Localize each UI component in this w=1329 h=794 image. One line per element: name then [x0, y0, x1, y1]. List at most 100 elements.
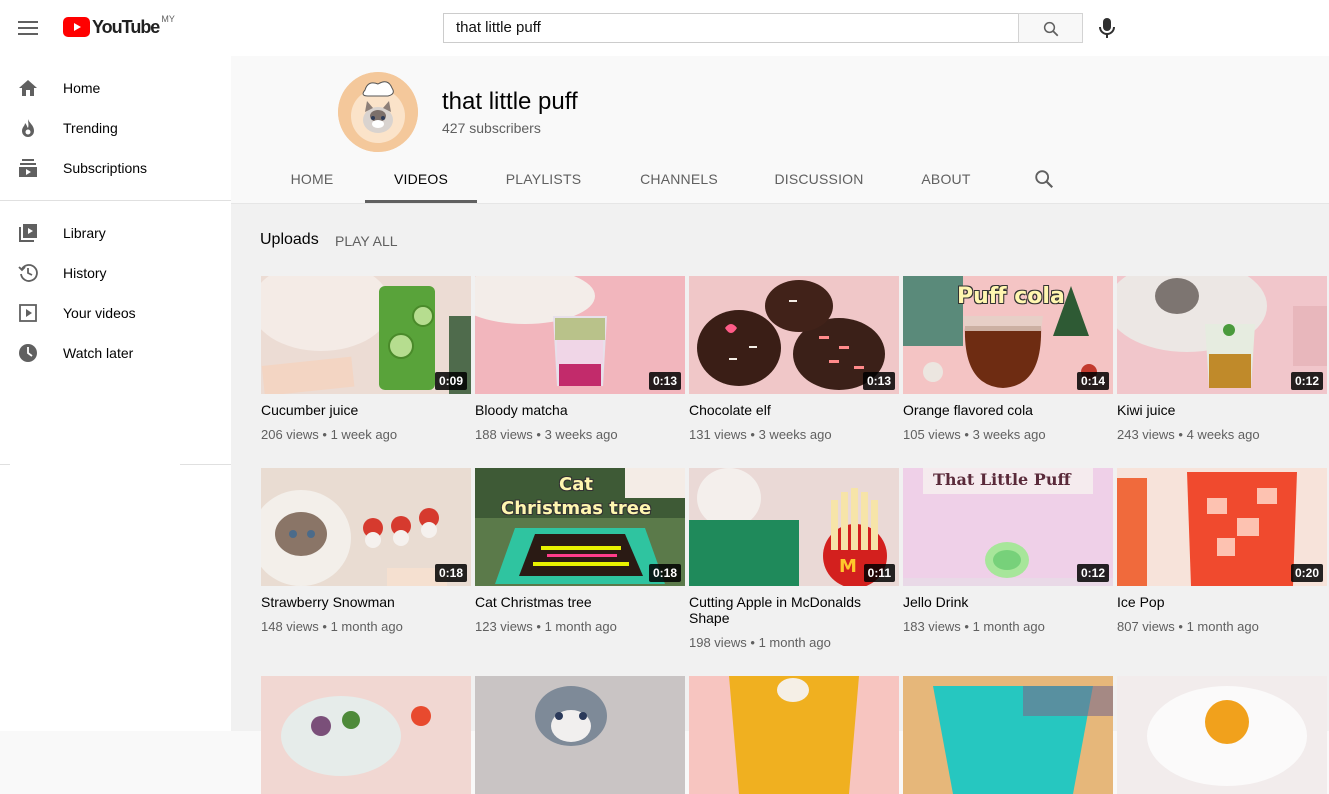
video-meta: 148 views • 1 month ago [261, 619, 403, 634]
video-thumbnail[interactable] [903, 676, 1113, 794]
search-icon [1035, 170, 1054, 189]
video-title[interactable]: Cucumber juice [261, 402, 471, 418]
channel-avatar[interactable] [338, 72, 418, 152]
uploads-title: Uploads [260, 231, 319, 248]
sidebar-divider [0, 464, 10, 465]
video-thumbnail[interactable]: 0:18 [261, 468, 471, 586]
sidebar: Home Trending Subscriptions Library Hist… [0, 56, 231, 731]
video-title[interactable]: Kiwi juice [1117, 402, 1327, 418]
video-thumbnail[interactable]: M 0:11 [689, 468, 899, 586]
video-meta: 243 views • 4 weeks ago [1117, 427, 1260, 442]
sidebar-item-subscriptions[interactable]: Subscriptions [0, 148, 231, 188]
trending-icon [16, 116, 40, 140]
video-thumbnail[interactable] [261, 676, 471, 794]
video-card[interactable]: 0:12 Kiwi juice 243 views • 4 weeks ago [1117, 276, 1327, 442]
video-thumbnail[interactable]: Puff cola 0:14 [903, 276, 1113, 394]
video-thumbnail[interactable]: 0:12 [1117, 276, 1327, 394]
channel-search-button[interactable] [1033, 168, 1057, 192]
video-title[interactable]: Chocolate elf [689, 402, 899, 418]
video-title[interactable]: Strawberry Snowman [261, 594, 471, 610]
menu-button[interactable] [16, 16, 40, 40]
video-duration: 0:18 [434, 564, 467, 582]
video-duration: 0:12 [1076, 564, 1109, 582]
video-meta: 188 views • 3 weeks ago [475, 427, 618, 442]
sidebar-item-watch-later[interactable]: Watch later [0, 333, 231, 373]
sidebar-item-history[interactable]: History [0, 253, 231, 293]
sidebar-item-label: Subscriptions [63, 160, 148, 176]
view-count: 243 views [1117, 427, 1175, 442]
video-card[interactable]: M 0:11 Cutting Apple in McDonalds Shape … [689, 468, 899, 650]
video-thumbnail[interactable]: 0:20 [1117, 468, 1327, 586]
sidebar-item-label: Home [63, 80, 101, 96]
video-thumbnail[interactable]: 0:13 [475, 276, 685, 394]
video-card[interactable] [689, 676, 899, 794]
video-card[interactable]: 0:13 Chocolate elf 131 views • 3 weeks a… [689, 276, 899, 442]
upload-age: 1 month ago [972, 619, 1045, 634]
upload-age: 3 weeks ago [544, 427, 618, 442]
voice-search-button[interactable] [1096, 16, 1118, 40]
sidebar-item-home[interactable]: Home [0, 68, 231, 108]
view-count: 131 views [689, 427, 747, 442]
video-card[interactable] [903, 676, 1113, 794]
video-title[interactable]: Cutting Apple in McDonalds Shape [689, 594, 899, 626]
video-thumbnail[interactable]: Cat Christmas tree 0:18 [475, 468, 685, 586]
thumbnail-caption: Puff cola [957, 284, 1065, 309]
video-duration: 0:09 [434, 372, 467, 390]
video-card[interactable] [261, 676, 471, 794]
thumbnail-caption: That Little Puff [933, 470, 1071, 489]
tab-about[interactable]: ABOUT [911, 156, 981, 203]
video-card[interactable]: Puff cola 0:14 Orange flavored cola 105 … [903, 276, 1113, 442]
video-thumbnail[interactable]: That Little Puff 0:12 [903, 468, 1113, 586]
video-duration: 0:13 [648, 372, 681, 390]
blue-jelly-toast-thumbnail-image [903, 676, 1113, 794]
video-title[interactable]: Orange flavored cola [903, 402, 1113, 418]
video-duration: 0:13 [862, 372, 895, 390]
video-thumbnail[interactable] [1117, 676, 1327, 794]
video-card[interactable]: 0:09 Cucumber juice 206 views • 1 week a… [261, 276, 471, 442]
video-title[interactable]: Cat Christmas tree [475, 594, 685, 610]
salad-thumbnail-image [261, 676, 471, 794]
video-meta: 198 views • 1 month ago [689, 635, 831, 650]
video-card[interactable] [475, 676, 685, 794]
video-thumbnail[interactable]: 0:13 [689, 276, 899, 394]
tab-playlists[interactable]: PLAYLISTS [496, 156, 591, 203]
sidebar-item-label: Your videos [63, 305, 136, 321]
tab-discussion[interactable]: DISCUSSION [767, 156, 871, 203]
search-button[interactable] [1018, 13, 1083, 43]
video-duration: 0:14 [1076, 372, 1109, 390]
video-title[interactable]: Bloody matcha [475, 402, 685, 418]
library-icon [16, 221, 40, 245]
svg-text:M: M [839, 556, 857, 577]
video-thumbnail[interactable] [689, 676, 899, 794]
logo-text: YouTube [92, 17, 160, 37]
video-card[interactable]: 0:13 Bloody matcha 188 views • 3 weeks a… [475, 276, 685, 442]
sidebar-item-trending[interactable]: Trending [0, 108, 231, 148]
play-all-button[interactable]: PLAY ALL [335, 233, 398, 249]
channel-name: that little puff [442, 88, 578, 115]
sidebar-item-library[interactable]: Library [0, 213, 231, 253]
youtube-logo[interactable]: YouTube MY [63, 14, 175, 39]
subscriptions-icon [16, 156, 40, 180]
tab-channels[interactable]: CHANNELS [631, 156, 727, 203]
video-thumbnail[interactable] [475, 676, 685, 794]
sidebar-item-your-videos[interactable]: Your videos [0, 293, 231, 333]
video-card[interactable]: 0:20 Ice Pop 807 views • 1 month ago [1117, 468, 1327, 634]
video-card[interactable] [1117, 676, 1327, 794]
upload-age: 3 weeks ago [758, 427, 832, 442]
video-title[interactable]: Ice Pop [1117, 594, 1327, 610]
videos-grid-section: Uploads PLAY ALL 0:09 Cucumber juice 206… [231, 204, 1329, 794]
search-input[interactable]: that little puff [443, 13, 1019, 43]
tab-home[interactable]: HOME [277, 156, 347, 203]
video-duration: 0:12 [1290, 372, 1323, 390]
video-card[interactable]: 0:18 Strawberry Snowman 148 views • 1 mo… [261, 468, 471, 634]
video-title[interactable]: Jello Drink [903, 594, 1113, 610]
video-card[interactable]: That Little Puff 0:12 Jello Drink 183 vi… [903, 468, 1113, 634]
upload-age: 4 weeks ago [1186, 427, 1260, 442]
video-thumbnail[interactable]: 0:09 [261, 276, 471, 394]
tab-videos[interactable]: VIDEOS [365, 156, 477, 203]
video-meta: 105 views • 3 weeks ago [903, 427, 1046, 442]
video-card[interactable]: Cat Christmas tree 0:18 Cat Christmas tr… [475, 468, 685, 634]
cat-chef-avatar-icon [338, 72, 418, 152]
masthead: YouTube MY that little puff [0, 0, 1329, 56]
video-meta: 807 views • 1 month ago [1117, 619, 1259, 634]
